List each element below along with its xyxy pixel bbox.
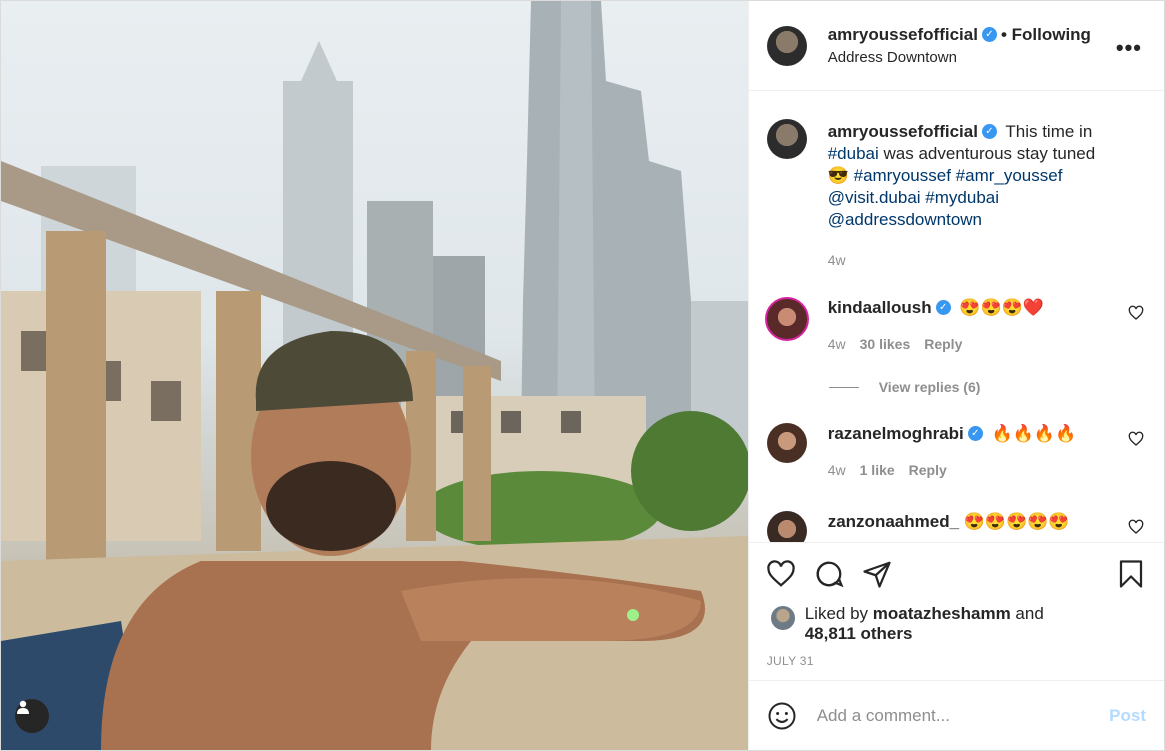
verified-badge-icon: ✓: [935, 299, 951, 315]
caption-text: This time in: [1000, 122, 1093, 141]
mention-link[interactable]: @visit.dubai #mydubai: [828, 188, 999, 207]
caption-text: was adventurous stay tuned: [878, 144, 1096, 163]
post-side-panel: amryoussefofficial ✓ • Following Address D…: [747, 1, 1164, 750]
add-comment-bar: Post: [748, 680, 1164, 750]
comment-input[interactable]: [816, 705, 1110, 726]
avatar[interactable]: [766, 25, 807, 66]
likes-middle: and: [1010, 604, 1044, 623]
timestamp: 4w: [827, 252, 846, 268]
photo-illustration: [1, 1, 748, 750]
following-button[interactable]: • Following: [1001, 25, 1091, 44]
post-comment-button[interactable]: Post: [1109, 706, 1146, 726]
avatar[interactable]: [766, 423, 807, 463]
comment-text: 🔥🔥🔥🔥: [991, 424, 1077, 443]
liker-username[interactable]: moatazheshamm: [873, 604, 1011, 623]
comment-icon[interactable]: [813, 559, 845, 589]
user-tag-button[interactable]: [15, 699, 49, 733]
comment-username[interactable]: razanelmoghrabi: [828, 424, 964, 443]
comment-likes[interactable]: 30 likes: [860, 336, 911, 352]
likes-count[interactable]: 48,811 others: [805, 624, 913, 643]
emoji: 😎: [827, 166, 849, 185]
comment-text: 😍😍😍😍😍: [963, 512, 1070, 531]
comment-text: 😍😍😍❤️: [959, 298, 1045, 317]
hashtag-link[interactable]: #amryoussef #amr_youssef: [849, 166, 1063, 185]
comment-likes[interactable]: 1 like: [860, 462, 895, 478]
verified-badge-icon: ✓: [981, 26, 997, 42]
comment-item: kindaalloush ✓ 😍😍😍❤️ 4w 30 likes Reply: [764, 297, 1146, 355]
instagram-post: amryoussefofficial ✓ • Following Address D…: [0, 0, 1165, 751]
timestamp: 4w: [827, 336, 846, 352]
comment-username[interactable]: kindaalloush: [828, 298, 932, 317]
comment-item: razanelmoghrabi ✓ 🔥🔥🔥🔥 4w 1 like Reply: [766, 423, 1146, 481]
avatar[interactable]: [770, 606, 795, 630]
view-replies-button[interactable]: View replies (6): [828, 379, 1146, 395]
view-replies-label: View replies (6): [878, 379, 981, 395]
comment-item: zanzonaahmed_ 😍😍😍😍😍: [766, 511, 1146, 542]
verified-badge-icon: ✓: [967, 425, 983, 441]
location-link[interactable]: Address Downtown: [828, 49, 1091, 66]
heart-icon[interactable]: [1128, 519, 1144, 535]
avatar[interactable]: [764, 297, 809, 341]
caption-username[interactable]: amryoussefofficial: [828, 122, 978, 141]
comment-username[interactable]: zanzonaahmed_: [828, 512, 959, 531]
more-icon[interactable]: •••: [1116, 35, 1142, 61]
likes-summary: Liked by moatazheshamm and 48,811 others: [749, 604, 1164, 652]
caption: amryoussefofficial ✓ This time in #dubai …: [766, 119, 1146, 271]
divider: [828, 386, 859, 388]
share-icon[interactable]: [861, 559, 893, 589]
user-tag-icon: [17, 700, 29, 714]
emoji-icon[interactable]: [767, 701, 797, 731]
reply-button[interactable]: Reply: [924, 336, 962, 352]
verified-badge-icon: ✓: [981, 123, 997, 139]
reply-button[interactable]: Reply: [909, 462, 947, 478]
header-username[interactable]: amryoussefofficial: [828, 25, 978, 44]
action-bar: [748, 542, 1164, 604]
timestamp: 4w: [827, 462, 846, 478]
heart-icon[interactable]: [1128, 305, 1144, 321]
comments-list[interactable]: amryoussefofficial ✓ This time in #dubai …: [749, 91, 1164, 542]
likes-prefix: Liked by: [804, 604, 873, 623]
heart-icon[interactable]: [1128, 431, 1144, 447]
post-header: amryoussefofficial ✓ • Following Address D…: [748, 1, 1164, 91]
mention-link[interactable]: @addressdowntown: [828, 210, 982, 229]
heart-icon[interactable]: [765, 559, 797, 589]
avatar[interactable]: [766, 511, 807, 542]
post-photo[interactable]: [1, 1, 748, 750]
avatar[interactable]: [766, 119, 807, 159]
post-date[interactable]: JULY 31: [749, 652, 1164, 680]
hashtag-link[interactable]: #dubai: [828, 144, 879, 163]
bookmark-icon[interactable]: [1116, 558, 1146, 590]
